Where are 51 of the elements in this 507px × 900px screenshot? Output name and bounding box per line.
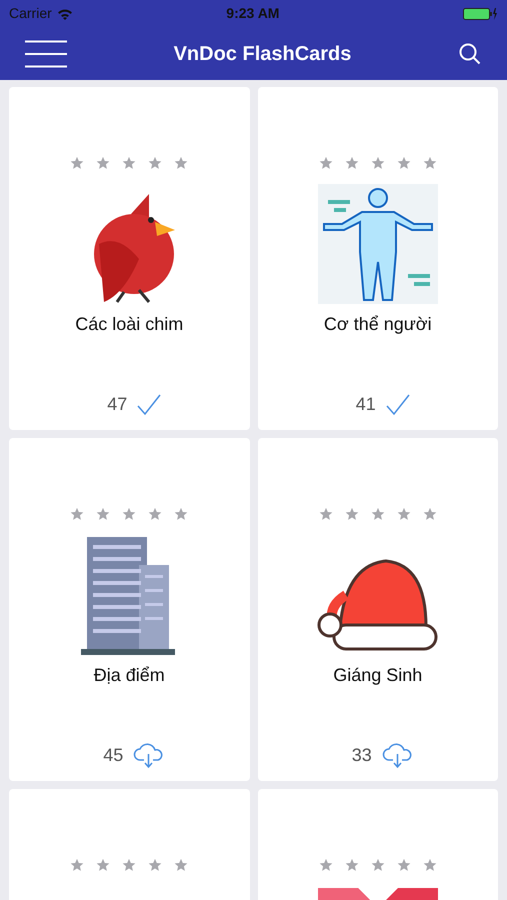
- wifi-icon: [56, 8, 73, 20]
- star-icon: [174, 507, 188, 521]
- search-icon[interactable]: [458, 42, 482, 66]
- star-icon: [344, 858, 359, 872]
- star-icon: [148, 507, 162, 521]
- card-count: 33: [352, 744, 372, 767]
- card-title: Giáng Sinh: [333, 664, 422, 687]
- card-title: Địa điểm: [94, 664, 165, 687]
- card-count: 47: [107, 393, 128, 416]
- star-icon: [70, 507, 84, 521]
- star-icon: [396, 507, 411, 521]
- star-icon: [96, 858, 110, 872]
- star-icon: [344, 156, 359, 170]
- star-icon: [70, 156, 84, 170]
- star-icon: [148, 858, 162, 872]
- topic-card[interactable]: Cơ thể người 41: [258, 87, 498, 430]
- card-count: 41: [356, 393, 376, 416]
- star-icon: [70, 858, 84, 872]
- card-title: Cơ thể người: [324, 313, 432, 336]
- topic-card[interactable]: Địa điểm 45: [9, 438, 250, 781]
- star-icon: [122, 507, 136, 521]
- star-icon: [370, 858, 385, 872]
- star-icon: [174, 858, 188, 872]
- star-icon: [122, 858, 136, 872]
- star-icon: [318, 858, 333, 872]
- star-icon: [396, 858, 411, 872]
- clock-time: 9:23 AM: [226, 4, 280, 23]
- star-icon: [96, 507, 110, 521]
- star-icon: [396, 156, 411, 170]
- star-icon: [174, 156, 188, 170]
- cloud-download-icon[interactable]: [133, 742, 166, 768]
- star-icon: [318, 156, 333, 170]
- battery-icon: [463, 6, 498, 20]
- topic-card[interactable]: Các loài chim 47: [9, 87, 250, 430]
- star-icon: [344, 507, 359, 521]
- menu-icon[interactable]: [25, 40, 67, 68]
- star-icon: [422, 858, 437, 872]
- star-icon: [422, 507, 437, 521]
- card-count: 45: [103, 744, 124, 767]
- star-icon: [370, 156, 385, 170]
- star-icon: [370, 507, 385, 521]
- card-title: Các loài chim: [75, 313, 184, 336]
- star-icon: [148, 156, 162, 170]
- star-icon: [96, 156, 110, 170]
- star-icon: [122, 156, 136, 170]
- app-title: VnDoc FlashCards: [174, 42, 352, 66]
- star-icon: [318, 507, 333, 521]
- carrier-label: Carrier: [9, 4, 52, 23]
- star-icon: [422, 156, 437, 170]
- topic-card[interactable]: Giáng Sinh 33: [258, 438, 498, 781]
- cloud-download-icon[interactable]: [382, 742, 414, 768]
